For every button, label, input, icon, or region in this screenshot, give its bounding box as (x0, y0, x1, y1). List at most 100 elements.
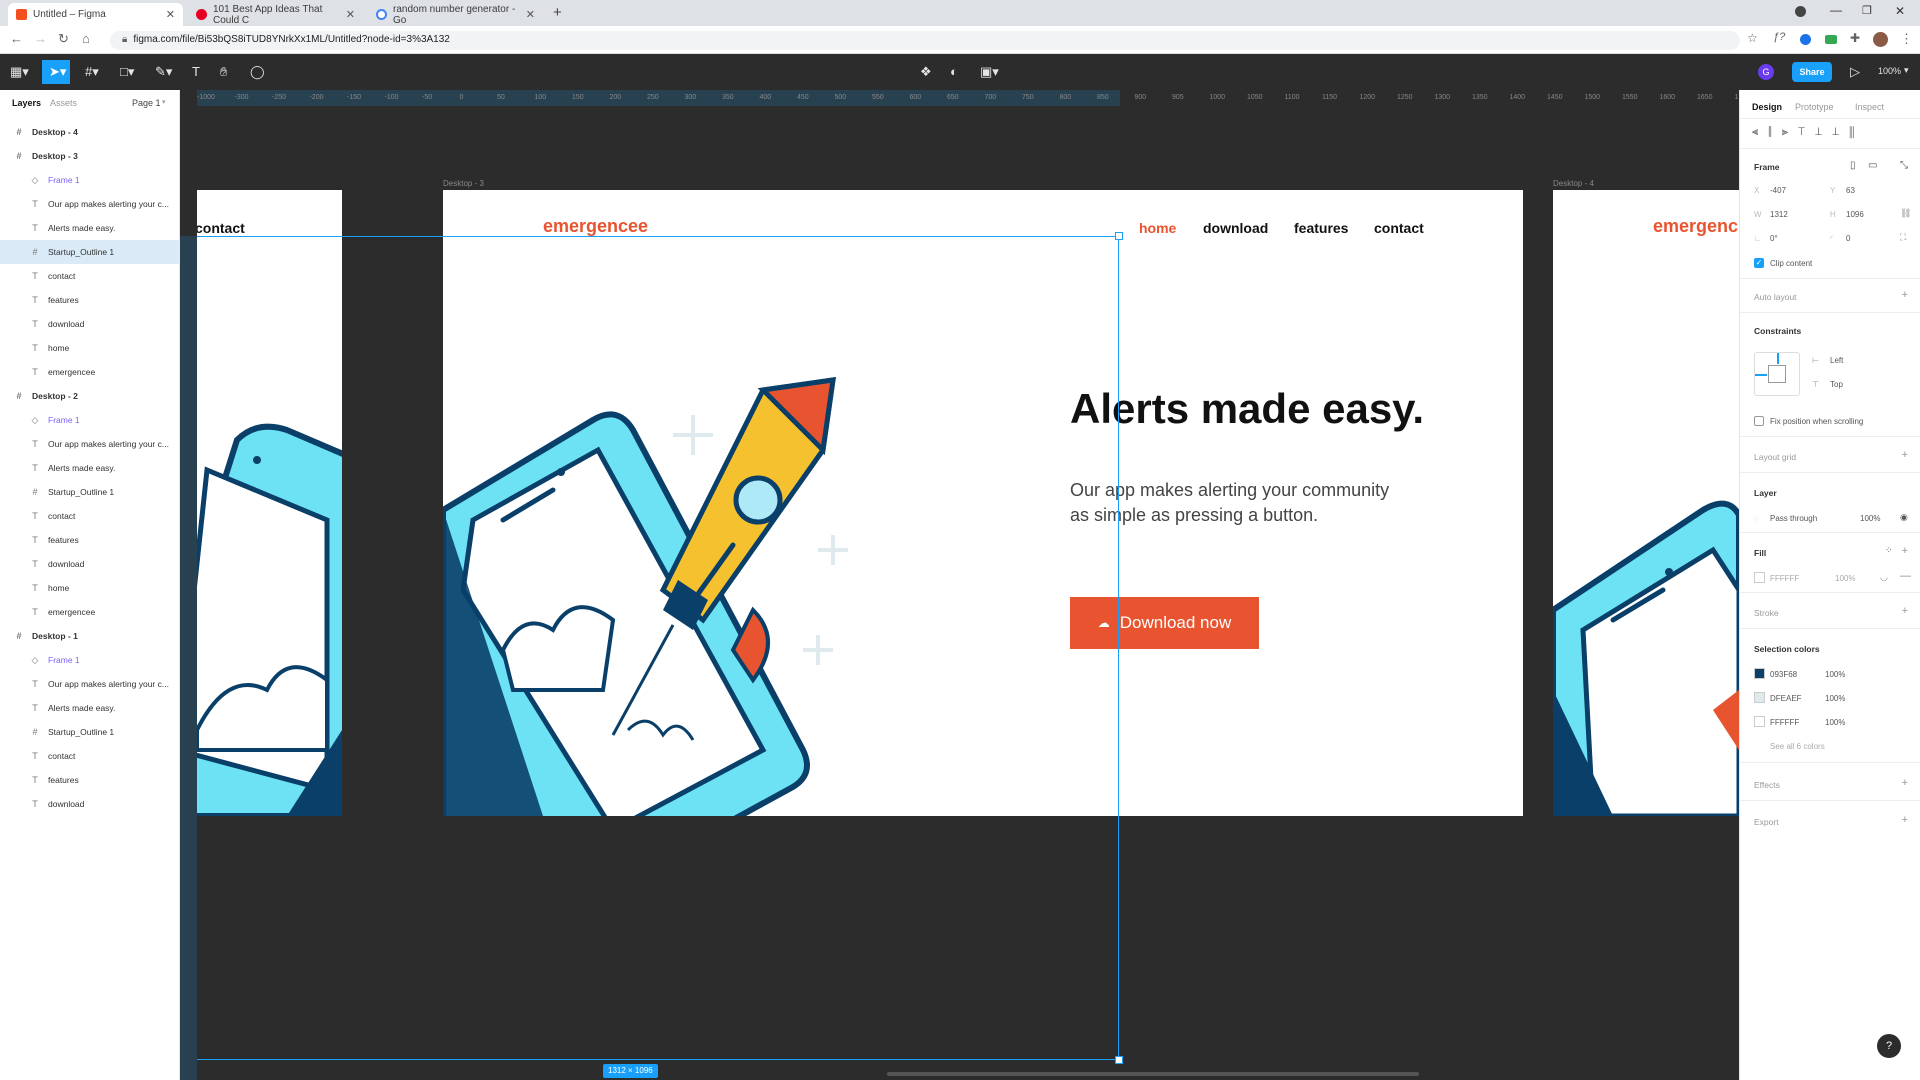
layer-row[interactable]: Tdownload (0, 312, 180, 336)
layer-row[interactable]: Tcontact (0, 744, 180, 768)
add-layout-grid-icon[interactable]: + (1902, 449, 1908, 461)
zoom-level[interactable]: 100% (1878, 66, 1901, 76)
style-grid-icon[interactable]: ⁘ (1885, 545, 1893, 556)
layer-row[interactable]: Temergencee (0, 360, 180, 384)
color-opacity[interactable]: 100% (1825, 694, 1845, 703)
comment-tool-icon[interactable]: ◯ (250, 64, 265, 80)
resize-handle[interactable] (1115, 1056, 1123, 1064)
frame-desktop-4[interactable]: emergenc (1553, 190, 1739, 816)
color-swatch[interactable] (1754, 668, 1765, 679)
new-tab-button[interactable]: + (553, 4, 562, 21)
independent-corners-icon[interactable]: ⛶ (1900, 232, 1906, 243)
selection-outline[interactable] (197, 236, 1119, 1060)
chevron-down-icon[interactable]: ▾ (1904, 65, 1909, 76)
extension-icon[interactable] (1800, 34, 1811, 45)
layer-opacity-field[interactable]: 100% (1860, 514, 1880, 523)
page-selector[interactable]: Page 1 (132, 98, 161, 108)
layer-row[interactable]: Tfeatures (0, 288, 180, 312)
close-window-icon[interactable]: ✕ (1895, 4, 1905, 18)
rotation-field[interactable]: 0° (1770, 234, 1778, 243)
layer-row[interactable]: Tfeatures (0, 528, 180, 552)
portrait-icon[interactable]: ▯ (1850, 160, 1856, 171)
layer-row[interactable]: ◇ Frame 1 (0, 408, 180, 432)
layer-row[interactable]: # Startup_Outline 1 (0, 240, 180, 264)
color-opacity[interactable]: 100% (1825, 718, 1845, 727)
layer-frame-row[interactable]: # Desktop - 4 (0, 120, 180, 144)
component-icon[interactable]: ❖ (920, 64, 932, 80)
layer-row[interactable]: Tfeatures (0, 768, 180, 792)
collaborator-avatar[interactable]: G (1758, 64, 1774, 80)
hand-tool-icon[interactable]: ✋︎ (220, 64, 227, 80)
eye-icon[interactable]: ◉ (1900, 512, 1908, 523)
resize-fit-icon[interactable]: ⤡ (1900, 160, 1908, 171)
layer-row[interactable]: ◇ Frame 1 (0, 168, 180, 192)
back-icon[interactable]: ← (10, 31, 23, 46)
layer-row[interactable]: T Alerts made easy. (0, 696, 180, 720)
layer-row[interactable]: T Our app makes alerting your c... (0, 192, 180, 216)
layer-row[interactable]: T Alerts made easy. (0, 456, 180, 480)
rectangle-tool-icon[interactable]: □▾ (120, 64, 134, 80)
browser-tab-figma[interactable]: Untitled – Figma ✕ (8, 3, 183, 26)
add-export-icon[interactable]: + (1902, 814, 1908, 826)
fill-hex-field[interactable]: FFFFFF (1770, 574, 1799, 583)
profile-menu-icon[interactable] (1795, 6, 1806, 17)
see-all-colors-link[interactable]: See all 6 colors (1770, 742, 1825, 751)
tab-prototype[interactable]: Prototype (1795, 102, 1834, 112)
layer-row[interactable]: Thome (0, 576, 180, 600)
tab-design[interactable]: Design (1752, 102, 1782, 112)
layer-row[interactable]: T Alerts made easy. (0, 216, 180, 240)
resize-handle[interactable] (1115, 232, 1123, 240)
corner-radius-field[interactable]: 0 (1846, 234, 1850, 243)
add-effect-icon[interactable]: + (1902, 777, 1908, 789)
constraints-widget[interactable] (1754, 352, 1800, 396)
browser-tab-google[interactable]: random number generator - Go ✕ (368, 3, 543, 26)
user-avatar[interactable] (1873, 32, 1888, 47)
landscape-icon[interactable]: ▭ (1868, 160, 1877, 171)
browser-menu-icon[interactable]: ⋮ (1900, 31, 1913, 47)
horizontal-scrollbar[interactable] (887, 1072, 1419, 1076)
text-tool-icon[interactable]: T (192, 64, 200, 79)
fix-position-checkbox[interactable] (1754, 416, 1764, 426)
layer-row[interactable]: T Our app makes alerting your c... (0, 672, 180, 696)
help-button[interactable]: ? (1877, 1034, 1901, 1058)
layer-row[interactable]: # Startup_Outline 1 (0, 720, 180, 744)
alignment-tools[interactable]: ⫷⫿⫸⊤⊥⊥⫼ (1752, 126, 1864, 139)
fill-swatch[interactable] (1754, 572, 1765, 583)
layer-row[interactable]: Tcontact (0, 264, 180, 288)
constraint-top-bar[interactable] (1777, 353, 1779, 364)
extension-icon[interactable] (1825, 35, 1837, 44)
restore-window-icon[interactable]: ❐ (1862, 4, 1872, 17)
layer-row[interactable]: Tdownload (0, 552, 180, 576)
home-icon[interactable]: ⌂ (82, 31, 90, 46)
main-menu-icon[interactable]: ▦▾ (10, 64, 29, 80)
blend-mode-select[interactable]: Pass through (1770, 514, 1817, 523)
width-field[interactable]: 1312 (1770, 210, 1788, 219)
color-hex[interactable]: DFEAEF (1770, 694, 1802, 703)
vertical-constraint-select[interactable]: Top (1830, 380, 1843, 389)
reload-icon[interactable]: ↻ (58, 31, 69, 47)
share-button[interactable]: Share (1792, 62, 1832, 82)
tab-inspect[interactable]: Inspect (1855, 102, 1884, 112)
y-field[interactable]: 63 (1846, 186, 1855, 195)
close-tab-icon[interactable]: ✕ (346, 8, 355, 21)
layer-frame-row[interactable]: # Desktop - 3 (0, 144, 180, 168)
color-swatch[interactable] (1754, 692, 1765, 703)
remove-fill-icon[interactable]: — (1900, 570, 1911, 582)
color-hex[interactable]: 093F68 (1770, 670, 1797, 679)
layer-row[interactable]: T Our app makes alerting your c... (0, 432, 180, 456)
tab-layers[interactable]: Layers (12, 98, 41, 108)
add-stroke-icon[interactable]: + (1902, 605, 1908, 617)
minimize-window-icon[interactable]: — (1830, 3, 1842, 17)
layer-row[interactable]: Thome (0, 336, 180, 360)
url-field[interactable]: 🔒︎ figma.com/file/Bi53bQS8iTUD8YNrkXx1ML/… (110, 31, 1740, 50)
clip-content-checkbox[interactable]: ✓ (1754, 258, 1764, 268)
mask-icon[interactable]: ◐ (950, 64, 958, 79)
tab-assets[interactable]: Assets (50, 98, 77, 108)
browser-tab-pinterest[interactable]: 101 Best App Ideas That Could C ✕ (188, 3, 363, 26)
pen-tool-icon[interactable]: ✎▾ (155, 64, 172, 80)
layer-frame-row[interactable]: # Desktop - 1 (0, 624, 180, 648)
add-fill-icon[interactable]: + (1902, 545, 1908, 557)
layer-row[interactable]: Temergencee (0, 600, 180, 624)
layer-row[interactable]: Tcontact (0, 504, 180, 528)
bookmark-star-icon[interactable]: ☆ (1747, 31, 1758, 45)
